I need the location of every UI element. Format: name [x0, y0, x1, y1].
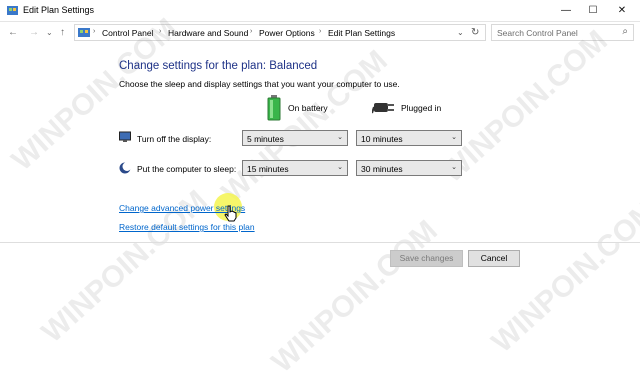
navigation-bar: ← → ⌄ ↑ › Control Panel › Hardware and S…	[0, 22, 640, 44]
up-arrow-icon[interactable]: ↑	[60, 27, 65, 39]
chevron-down-icon: ⌄	[337, 164, 343, 171]
minimize-button[interactable]: —	[551, 0, 581, 21]
chevron-down-icon: ⌄	[337, 134, 343, 141]
sleep-plugged-value: 30 minutes	[361, 164, 403, 174]
power-plug-icon	[372, 103, 394, 114]
search-placeholder: Search Control Panel	[497, 28, 578, 38]
back-arrow-icon[interactable]: ←	[8, 27, 18, 39]
restore-default-settings-link[interactable]: Restore default settings for this plan	[119, 222, 255, 232]
breadcrumb-separator: ›	[93, 28, 96, 35]
sleep-moon-icon	[119, 162, 131, 174]
breadcrumb-edit-plan-settings[interactable]: Edit Plan Settings	[328, 28, 395, 38]
page-title: Change settings for the plan: Balanced	[119, 60, 318, 72]
refresh-icon[interactable]: ↻	[471, 27, 479, 38]
breadcrumb-separator: ›	[159, 28, 162, 35]
display-plugged-select[interactable]: 10 minutes ⌄	[356, 130, 462, 146]
divider	[0, 242, 640, 243]
close-button[interactable]: ✕	[607, 0, 637, 21]
breadcrumb-hardware-and-sound[interactable]: Hardware and Sound	[168, 28, 248, 38]
sleep-plugged-select[interactable]: 30 minutes ⌄	[356, 160, 462, 176]
address-dropdown-icon[interactable]: ⌄	[457, 28, 464, 37]
battery-icon	[267, 95, 281, 121]
sleep-battery-value: 15 minutes	[247, 164, 289, 174]
page-subtitle: Choose the sleep and display settings th…	[119, 79, 400, 89]
turn-off-display-label: Turn off the display:	[137, 134, 212, 144]
display-icon	[119, 131, 131, 142]
maximize-button[interactable]: ☐	[578, 0, 608, 21]
search-icon[interactable]: ⌕	[622, 26, 628, 37]
computer-sleep-label: Put the computer to sleep:	[137, 164, 237, 174]
breadcrumb-power-options[interactable]: Power Options	[259, 28, 315, 38]
control-panel-icon	[7, 6, 18, 15]
breadcrumb-control-panel[interactable]: Control Panel	[102, 28, 154, 38]
cancel-button[interactable]: Cancel	[468, 250, 520, 267]
window-title: Edit Plan Settings	[23, 5, 95, 15]
on-battery-label: On battery	[288, 103, 328, 113]
recent-locations-icon[interactable]: ⌄	[46, 27, 53, 39]
sleep-battery-select[interactable]: 15 minutes ⌄	[242, 160, 348, 176]
forward-arrow-icon[interactable]: →	[29, 27, 39, 39]
chevron-down-icon: ⌄	[451, 134, 457, 141]
save-changes-button[interactable]: Save changes	[390, 250, 463, 267]
watermark: WINPOIN.COM	[265, 214, 444, 380]
display-battery-select[interactable]: 5 minutes ⌄	[242, 130, 348, 146]
watermark: WINPOIN.COM	[435, 24, 614, 190]
address-field[interactable]: › Control Panel › Hardware and Sound › P…	[74, 24, 486, 41]
breadcrumb-separator: ›	[319, 28, 322, 35]
display-plugged-value: 10 minutes	[361, 134, 403, 144]
display-battery-value: 5 minutes	[247, 134, 284, 144]
search-input[interactable]: Search Control Panel ⌕	[491, 24, 634, 41]
title-bar: Edit Plan Settings — ☐ ✕	[0, 0, 640, 22]
chevron-down-icon: ⌄	[451, 164, 457, 171]
watermark: WINPOIN.COM	[485, 194, 640, 360]
plugged-in-label: Plugged in	[401, 103, 442, 113]
hand-pointer-icon	[224, 205, 237, 222]
breadcrumb-separator: ›	[250, 28, 253, 35]
control-panel-icon	[78, 28, 90, 37]
